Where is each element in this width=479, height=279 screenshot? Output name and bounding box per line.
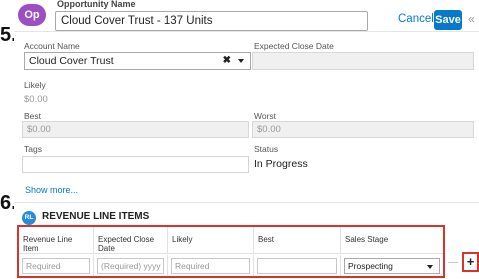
revenue-line-items-table: Revenue Line Item Expected Close Date Li… <box>19 227 443 276</box>
chevron-down-icon <box>427 265 433 269</box>
likely-label: Likely <box>24 80 46 90</box>
likely-cell: Required <box>168 255 254 276</box>
opportunity-name-input[interactable]: Cloud Cover Trust - 137 Units <box>55 11 368 31</box>
opportunity-create-drawer: Op Opportunity Name Cloud Cover Trust - … <box>14 0 479 279</box>
collapse-panel-icon[interactable]: « <box>468 12 475 26</box>
column-header-best: Best <box>254 227 341 254</box>
account-name-select[interactable]: Cloud Cover Trust ✖ <box>24 52 251 70</box>
account-name-label: Account Name <box>24 41 80 51</box>
revenue-line-item-cell: Required <box>19 255 94 276</box>
status-label: Status <box>254 144 279 154</box>
chevron-down-icon[interactable] <box>238 59 244 63</box>
revenue-line-item-input[interactable]: Required <box>22 258 90 274</box>
column-header-expected-close-date: Expected Close Date <box>94 227 168 254</box>
add-line-item-button[interactable]: + <box>465 255 476 268</box>
revenue-line-items-header: RL REVENUE LINE ITEMS <box>14 202 479 225</box>
sales-stage-select[interactable]: Prospecting <box>344 258 440 274</box>
expected-close-date-label: Expected Close Date <box>254 41 334 51</box>
revenue-line-items-highlight: Revenue Line Item Expected Close Date Li… <box>17 225 445 278</box>
tags-label: Tags <box>24 144 42 154</box>
opportunity-name-label: Opportunity Name <box>57 0 136 9</box>
column-header-likely: Likely <box>168 227 254 254</box>
sales-stage-value: Prospecting <box>348 261 393 271</box>
show-more-link[interactable]: Show more... <box>25 185 78 195</box>
expected-close-date-cell: (Required) yyyy ▦ <box>94 255 168 276</box>
worst-field: $0.00 <box>252 121 474 138</box>
cancel-button[interactable]: Cancel <box>398 13 434 25</box>
revenue-line-items-title: REVENUE LINE ITEMS <box>42 211 150 222</box>
opportunity-module-badge: Op <box>18 4 46 26</box>
account-name-value: Cloud Cover Trust <box>29 55 114 67</box>
tags-input[interactable] <box>22 156 249 173</box>
record-header: Op Opportunity Name Cloud Cover Trust - … <box>14 0 479 32</box>
column-header-sales-stage: Sales Stage <box>341 227 443 254</box>
expected-close-date-field <box>252 52 474 70</box>
calendar-icon[interactable]: ▦ <box>163 262 164 271</box>
revenue-line-items-badge: RL <box>22 211 36 225</box>
clear-x-icon[interactable]: ✖ <box>223 55 231 66</box>
column-header-revenue-line-item: Revenue Line Item <box>19 227 94 254</box>
likely-value: $0.00 <box>24 94 48 105</box>
worst-label: Worst <box>254 111 277 121</box>
sales-stage-cell: Prospecting <box>341 255 443 276</box>
status-value: In Progress <box>254 158 308 170</box>
best-field: $0.00 <box>22 121 249 138</box>
add-line-item-highlight: + <box>462 252 479 272</box>
remove-line-item-button[interactable]: — <box>447 258 459 270</box>
best-label: Best <box>24 111 42 121</box>
expected-close-date-placeholder: (Required) yyyy <box>101 261 161 271</box>
expected-close-date-input[interactable]: (Required) yyyy ▦ <box>97 258 164 274</box>
best-input[interactable] <box>257 258 337 274</box>
save-button[interactable]: Save <box>434 10 462 30</box>
likely-input[interactable]: Required <box>171 258 250 274</box>
best-cell <box>254 255 341 276</box>
